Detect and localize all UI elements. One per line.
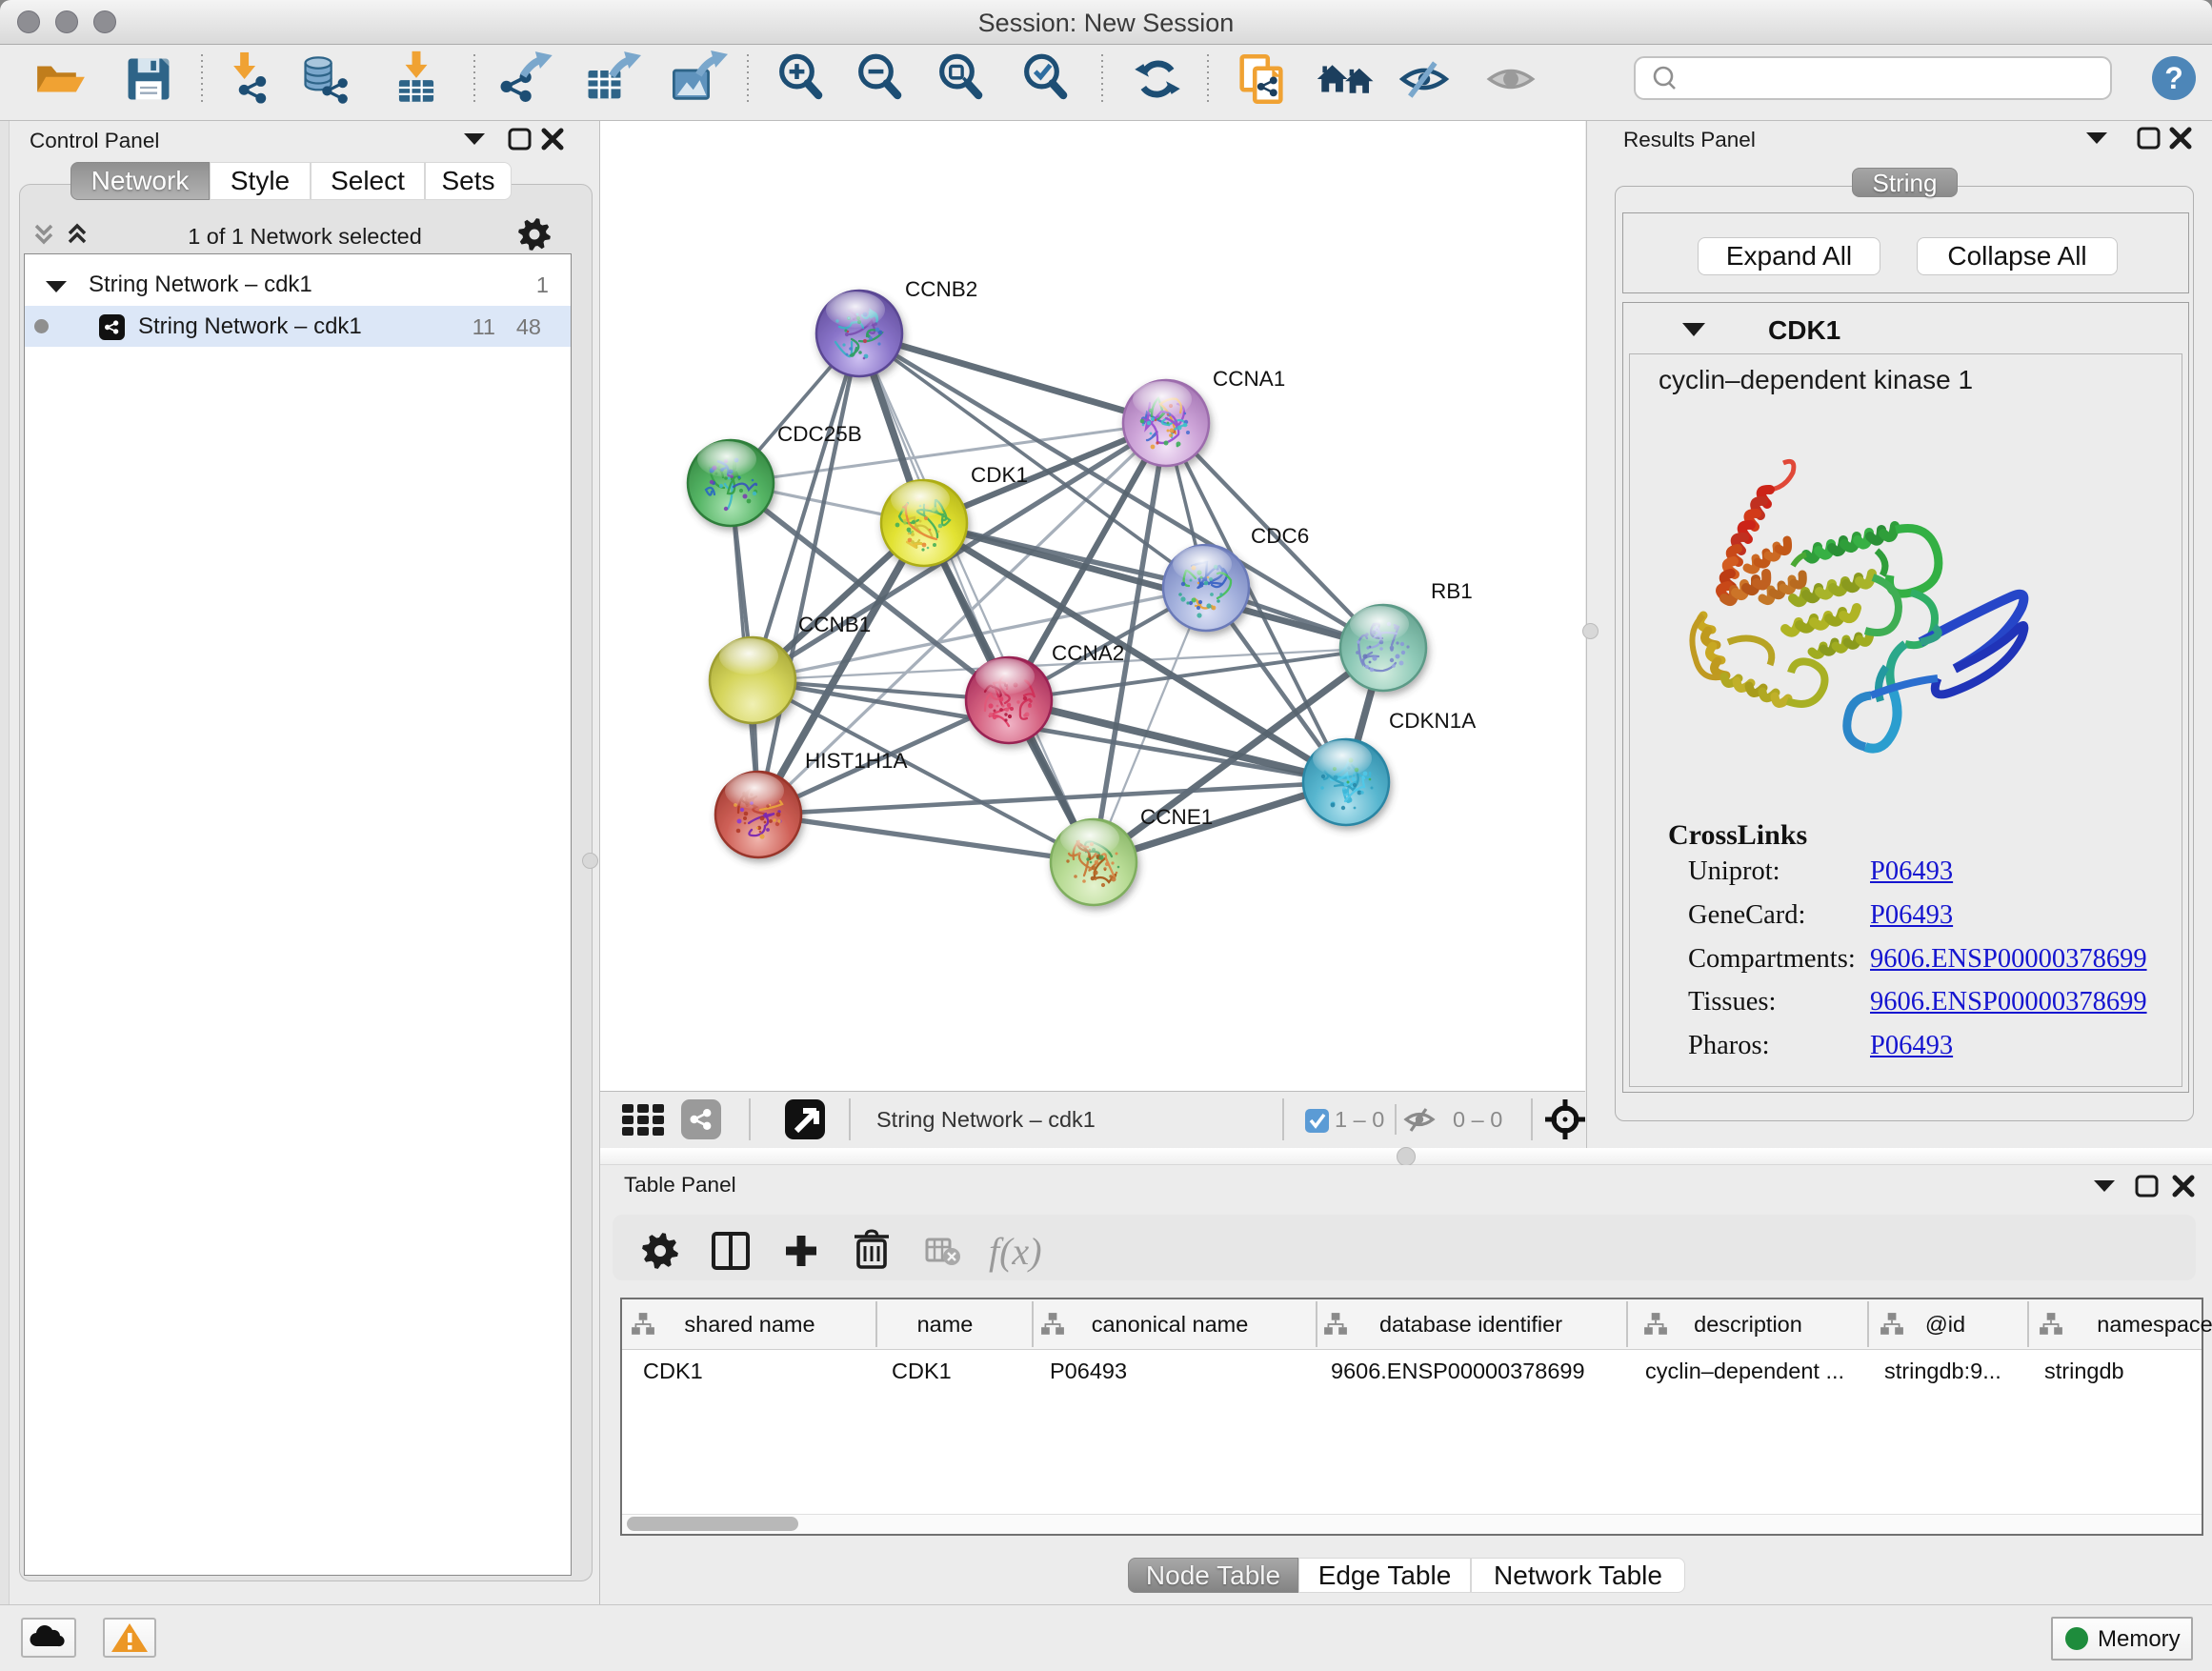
svg-text:f(x): f(x): [989, 1230, 1042, 1273]
svg-text:shared name: shared name: [684, 1312, 814, 1337]
svg-text:1 – 0: 1 – 0: [1335, 1107, 1384, 1132]
svg-text:@id: @id: [1925, 1312, 1965, 1337]
svg-text:name: name: [917, 1312, 974, 1337]
svg-text:?: ?: [2164, 61, 2183, 95]
svg-text:0 – 0: 0 – 0: [1453, 1107, 1502, 1132]
svg-text:canonical name: canonical name: [1092, 1312, 1249, 1337]
svg-text:database identifier: database identifier: [1379, 1312, 1562, 1337]
svg-text:namespace: namespace: [2097, 1312, 2212, 1337]
svg-text:CDKN1A: CDKN1A: [1389, 709, 1476, 733]
svg-text:CCNE1: CCNE1: [1140, 805, 1213, 829]
svg-text:CCNB2: CCNB2: [905, 277, 977, 301]
svg-text:RB1: RB1: [1431, 579, 1473, 603]
svg-text:CCNA2: CCNA2: [1052, 641, 1124, 665]
svg-text:String Network – cdk1: String Network – cdk1: [876, 1107, 1096, 1132]
svg-text:CCNB1: CCNB1: [798, 613, 871, 636]
svg-text:CDC6: CDC6: [1251, 524, 1309, 548]
svg-text:CCNA1: CCNA1: [1213, 367, 1285, 391]
svg-text:description: description: [1694, 1312, 1802, 1337]
svg-text:HIST1H1A: HIST1H1A: [805, 749, 908, 773]
svg-text:CDC25B: CDC25B: [777, 422, 862, 446]
svg-text:CDK1: CDK1: [971, 463, 1028, 487]
